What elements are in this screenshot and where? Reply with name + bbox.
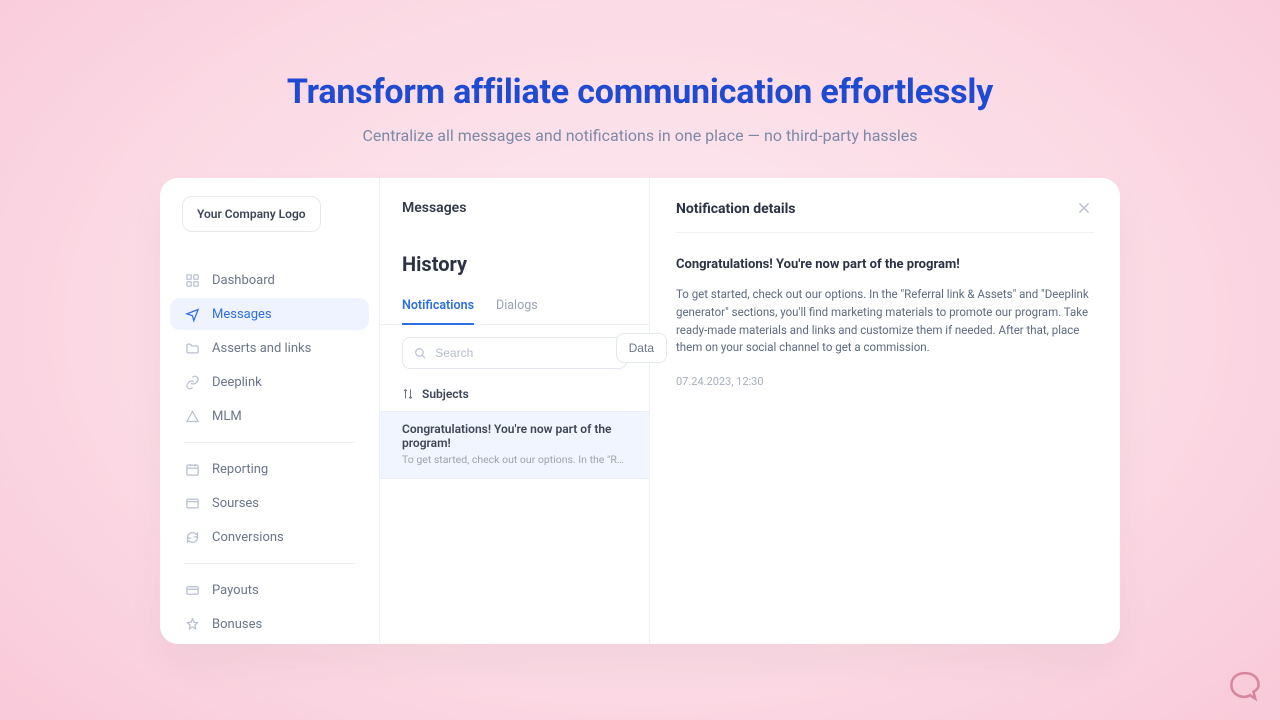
card-icon: [184, 582, 200, 598]
refresh-icon: [184, 529, 200, 545]
sidebar-item-label: Payouts: [212, 583, 259, 598]
detail-timestamp: 07.24.2023, 12:30: [676, 375, 1094, 388]
sidebar-item-label: Conversions: [212, 530, 284, 545]
sidebar-item-sourses[interactable]: Sourses: [170, 487, 369, 519]
sidebar-item-label: Sourses: [212, 496, 259, 511]
triangle-icon: [184, 408, 200, 424]
sidebar-item-conversions[interactable]: Conversions: [170, 521, 369, 553]
history-heading: History: [380, 216, 649, 276]
nav-divider: [184, 563, 355, 564]
notification-row[interactable]: Congratulations! You're now part of the …: [380, 411, 649, 479]
sidebar-item-messages[interactable]: Messages: [170, 298, 369, 330]
sidebar: Your Company Logo Dashboard Messages Asser…: [160, 178, 380, 644]
detail-body-text: To get started, check out our options. I…: [676, 286, 1094, 357]
calendar-icon: [184, 461, 200, 477]
nav-divider: [184, 442, 355, 443]
sidebar-item-label: Messages: [212, 307, 272, 322]
close-icon[interactable]: [1076, 200, 1094, 218]
page-headline: Transform affiliate communication effort…: [0, 72, 1280, 112]
sidebar-item-bonuses[interactable]: Bonuses: [170, 608, 369, 640]
star-icon: [184, 616, 200, 632]
sidebar-item-asserts-and-links[interactable]: Asserts and links: [170, 332, 369, 364]
app-window: Your Company Logo Dashboard Messages Asser…: [160, 178, 1120, 644]
detail-subject: Congratulations! You're now part of the …: [676, 257, 1094, 272]
window-icon: [184, 495, 200, 511]
messages-panel: Messages History Notifications Dialogs D…: [380, 178, 650, 644]
grid-icon: [184, 272, 200, 288]
sidebar-item-label: Dashboard: [212, 273, 275, 288]
sidebar-item-label: Reporting: [212, 462, 268, 477]
search-box[interactable]: [402, 337, 627, 369]
sidebar-item-payouts[interactable]: Payouts: [170, 574, 369, 606]
sidebar-item-dashboard[interactable]: Dashboard: [170, 264, 369, 296]
sidebar-item-mlm[interactable]: MLM: [170, 400, 369, 432]
sidebar-item-label: Asserts and links: [212, 341, 311, 356]
sidebar-item-label: MLM: [212, 409, 242, 424]
tab-dialogs[interactable]: Dialogs: [496, 298, 538, 324]
link-icon: [184, 374, 200, 390]
folder-icon: [184, 340, 200, 356]
row-preview: To get started, check out our options. I…: [402, 453, 627, 466]
tabs: Notifications Dialogs: [380, 276, 649, 325]
notification-detail-panel: Notification details Congratulations! Yo…: [650, 178, 1120, 644]
page-subheadline: Centralize all messages and notification…: [0, 126, 1280, 145]
search-input[interactable]: [435, 346, 616, 360]
brand-logo-icon: [1228, 668, 1262, 702]
row-title: Congratulations! You're now part of the …: [402, 422, 627, 450]
sort-icon: [402, 388, 414, 400]
sidebar-item-deeplink[interactable]: Deeplink: [170, 366, 369, 398]
sidebar-item-label: Bonuses: [212, 617, 262, 632]
panel-title-messages: Messages: [380, 200, 649, 216]
message-icon: [184, 306, 200, 322]
sidebar-nav: Dashboard Messages Asserts and links Deepli…: [160, 262, 379, 642]
search-icon: [413, 345, 427, 361]
column-header-subjects[interactable]: Subjects: [380, 369, 649, 411]
company-logo: Your Company Logo: [182, 196, 321, 232]
sidebar-item-label: Deeplink: [212, 375, 262, 390]
tab-notifications[interactable]: Notifications: [402, 298, 474, 325]
sidebar-item-reporting[interactable]: Reporting: [170, 453, 369, 485]
detail-panel-title: Notification details: [676, 201, 796, 217]
